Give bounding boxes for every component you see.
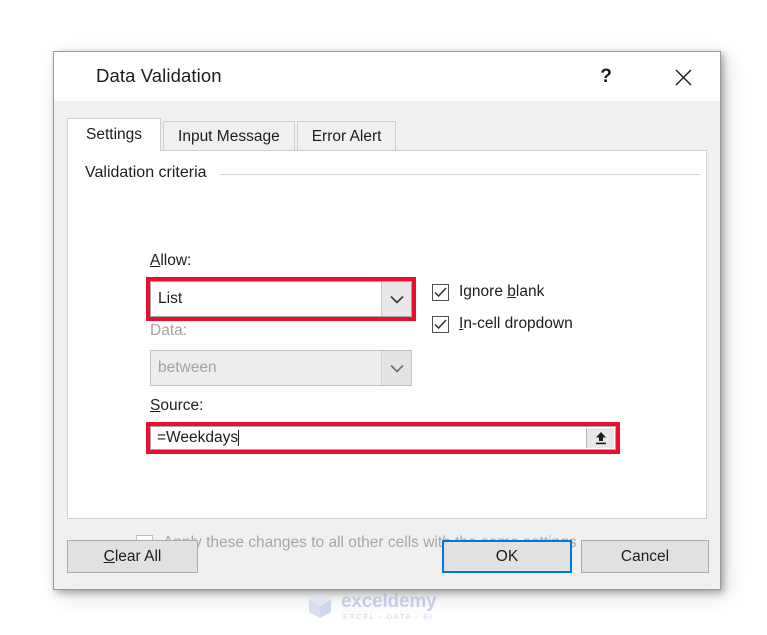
source-label-accel: S bbox=[150, 397, 161, 414]
clear-all-button[interactable]: Clear All bbox=[67, 540, 198, 573]
exceldemy-logo-icon bbox=[309, 594, 331, 618]
tab-input-message-label: Input Message bbox=[178, 127, 280, 145]
watermark-word: exceldemy bbox=[341, 590, 437, 612]
allow-label-accel: A bbox=[150, 252, 161, 269]
data-label: Data: bbox=[150, 322, 188, 339]
allow-dropdown-value: List bbox=[158, 290, 183, 307]
ignore-blank-checkbox[interactable] bbox=[432, 283, 449, 301]
in-cell-dropdown-checkbox-row[interactable]: In-cell dropdown bbox=[432, 315, 573, 333]
exceldemy-watermark: exceldemy EXCEL - DATA - BI bbox=[305, 589, 465, 623]
chevron-down-icon bbox=[389, 364, 404, 373]
in-cell-dropdown-label-post: n-cell dropdown bbox=[463, 315, 573, 332]
data-dropdown[interactable]: between bbox=[150, 350, 412, 386]
chevron-down-icon bbox=[389, 295, 404, 304]
watermark-tagline: EXCEL - DATA - BI bbox=[343, 611, 434, 621]
source-label: Source: bbox=[150, 397, 203, 415]
dialog-titlebar: Data Validation ? bbox=[54, 52, 720, 101]
allow-label: Allow: bbox=[150, 252, 191, 270]
data-dropdown-value: between bbox=[158, 359, 217, 376]
group-divider bbox=[220, 174, 700, 175]
tab-settings[interactable]: Settings bbox=[67, 118, 162, 151]
ignore-blank-checkbox-row[interactable]: Ignore blank bbox=[432, 283, 544, 301]
checkmark-icon bbox=[434, 286, 447, 297]
watermark-text: exceldemy EXCEL - DATA - BI bbox=[341, 590, 437, 621]
data-dropdown-arrow[interactable] bbox=[381, 351, 411, 385]
source-input-wrap[interactable]: =Weekdays bbox=[150, 426, 616, 450]
close-button[interactable] bbox=[666, 61, 700, 93]
tab-settings-label: Settings bbox=[86, 126, 143, 143]
range-picker-button[interactable] bbox=[586, 428, 614, 448]
validation-criteria-group-title: Validation criteria bbox=[85, 164, 215, 182]
cancel-button[interactable]: Cancel bbox=[581, 540, 709, 573]
ok-button[interactable]: OK bbox=[442, 540, 572, 573]
ignore-blank-label: Ignore blank bbox=[459, 283, 544, 301]
tab-input-message[interactable]: Input Message bbox=[163, 121, 295, 151]
source-label-rest: ource: bbox=[160, 397, 204, 414]
in-cell-dropdown-checkbox[interactable] bbox=[432, 315, 449, 333]
tab-error-alert-label: Error Alert bbox=[311, 127, 382, 145]
clear-all-label-accel: C bbox=[103, 547, 115, 565]
tab-error-alert[interactable]: Error Alert bbox=[296, 121, 397, 151]
collapse-dialog-icon bbox=[595, 431, 606, 444]
checkmark-icon bbox=[434, 318, 447, 329]
ignore-blank-label-post: lank bbox=[515, 283, 545, 300]
ignore-blank-label-pre: Ignore bbox=[459, 283, 508, 300]
in-cell-dropdown-label: In-cell dropdown bbox=[459, 315, 573, 333]
clear-all-label-post: lear All bbox=[114, 547, 162, 565]
ignore-blank-label-accel: b bbox=[507, 283, 516, 300]
help-button[interactable]: ? bbox=[589, 61, 623, 93]
tabstrip: Settings Input Message Error Alert bbox=[67, 118, 397, 151]
allow-label-rest: llow: bbox=[160, 252, 192, 269]
allow-dropdown-arrow[interactable] bbox=[381, 282, 411, 316]
source-input-blank[interactable] bbox=[239, 427, 586, 449]
data-validation-dialog: Data Validation ? Settings Input Message… bbox=[53, 51, 721, 590]
close-icon bbox=[675, 69, 691, 85]
dialog-title: Data Validation bbox=[96, 65, 222, 86]
allow-dropdown[interactable]: List bbox=[150, 281, 412, 317]
source-input-value: =Weekdays bbox=[157, 429, 239, 446]
